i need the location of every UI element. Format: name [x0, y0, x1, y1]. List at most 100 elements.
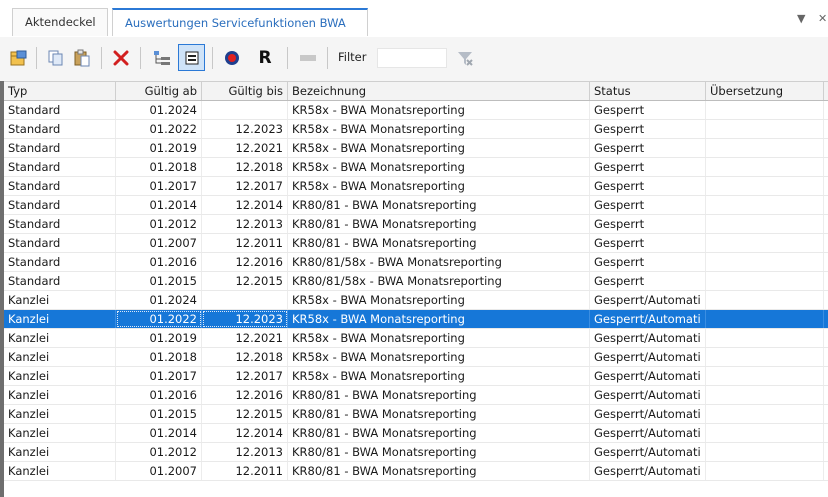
cell-status: Gesperrt	[590, 101, 706, 119]
table-row[interactable]: Kanzlei 01.2018 12.2018 KR58x - BWA Monatsr…	[4, 348, 828, 367]
column-header-typ[interactable]: Typ	[4, 82, 116, 100]
cell-uebersetzung	[706, 443, 824, 461]
details-view-icon[interactable]	[178, 44, 205, 71]
table-row[interactable]: Standard 01.2018 12.2018 KR58x - BWA Monats…	[4, 158, 828, 177]
cell-status: Gesperrt/Automati	[590, 462, 706, 480]
cell-gueltig-ab: 01.2017	[116, 367, 202, 385]
filter-input[interactable]	[377, 48, 447, 68]
cell-typ: Kanzlei	[4, 348, 116, 366]
table-row[interactable]: Kanzlei 01.2012 12.2013 KR80/81 - BWA Monat…	[4, 443, 828, 462]
cell-gueltig-bis: 12.2014	[202, 196, 288, 214]
cell-uebersetzung	[706, 101, 824, 119]
cell-gueltig-bis: 12.2023	[202, 310, 288, 328]
cell-typ: Kanzlei	[4, 405, 116, 423]
cell-gueltig-ab: 01.2022	[116, 310, 202, 328]
table-row[interactable]: Standard 01.2012 12.2013 KR80/81 - BWA Mona…	[4, 215, 828, 234]
table-row[interactable]: Standard 01.2015 12.2015 KR80/81/58x - BWA …	[4, 272, 828, 291]
cell-status: Gesperrt	[590, 139, 706, 157]
table-row[interactable]: Kanzlei 01.2022 12.2023 KR58x - BWA Monatsr…	[4, 310, 828, 329]
record-icon[interactable]	[219, 44, 245, 71]
cell-status: Gesperrt	[590, 272, 706, 290]
cell-typ: Kanzlei	[4, 443, 116, 461]
cell-typ: Kanzlei	[4, 424, 116, 442]
cell-gueltig-bis: 12.2013	[202, 215, 288, 233]
cell-gueltig-bis: 12.2018	[202, 158, 288, 176]
cell-uebersetzung	[706, 120, 824, 138]
table-row[interactable]: Standard 01.2022 12.2023 KR58x - BWA Monats…	[4, 120, 828, 139]
cell-status: Gesperrt/Automati	[590, 310, 706, 328]
cell-status: Gesperrt	[590, 120, 706, 138]
table-row[interactable]: Standard 01.2024 KR58x - BWA Monatsreporti…	[4, 101, 828, 120]
cell-gueltig-ab: 01.2019	[116, 329, 202, 347]
bwa-table: Typ Gültig ab Gültig bis Bezeichnung Sta…	[0, 81, 828, 497]
table-row[interactable]: Standard 01.2014 12.2014 KR80/81 - BWA Mona…	[4, 196, 828, 215]
cell-status: Gesperrt/Automati	[590, 443, 706, 461]
cell-status: Gesperrt	[590, 196, 706, 214]
cell-gueltig-bis: 12.2011	[202, 234, 288, 252]
cell-gueltig-ab: 01.2016	[116, 386, 202, 404]
cell-gueltig-bis: 12.2016	[202, 386, 288, 404]
cell-uebersetzung	[706, 367, 824, 385]
cell-status: Gesperrt/Automati	[590, 291, 706, 309]
tab-close-icon[interactable]: ✕	[818, 12, 827, 25]
table-row[interactable]: Kanzlei 01.2007 12.2011 KR80/81 - BWA Monat…	[4, 462, 828, 481]
filter-label: Filter	[338, 50, 367, 64]
table-row[interactable]: Kanzlei 01.2017 12.2017 KR58x - BWA Monatsr…	[4, 367, 828, 386]
tab-menu-icon[interactable]: ▼	[797, 12, 805, 25]
cell-bezeichnung: KR80/81 - BWA Monatsreporting	[288, 234, 590, 252]
cell-gueltig-bis: 12.2023	[202, 120, 288, 138]
cell-gueltig-ab: 01.2018	[116, 348, 202, 366]
cell-uebersetzung	[706, 158, 824, 176]
cell-gueltig-ab: 01.2012	[116, 215, 202, 233]
cell-gueltig-bis: 12.2021	[202, 139, 288, 157]
tree-view-icon[interactable]	[149, 44, 175, 71]
cell-bezeichnung: KR58x - BWA Monatsreporting	[288, 120, 590, 138]
cell-bezeichnung: KR80/81 - BWA Monatsreporting	[288, 196, 590, 214]
cell-gueltig-ab: 01.2007	[116, 234, 202, 252]
cell-bezeichnung: KR80/81 - BWA Monatsreporting	[288, 405, 590, 423]
table-row[interactable]: Kanzlei 01.2014 12.2014 KR80/81 - BWA Monat…	[4, 424, 828, 443]
table-row[interactable]: Kanzlei 01.2024 KR58x - BWA Monatsreportin…	[4, 291, 828, 310]
cell-bezeichnung: KR58x - BWA Monatsreporting	[288, 310, 590, 328]
cell-bezeichnung: KR80/81 - BWA Monatsreporting	[288, 386, 590, 404]
cell-uebersetzung	[706, 405, 824, 423]
table-row[interactable]: Kanzlei 01.2015 12.2015 KR80/81 - BWA Monat…	[4, 405, 828, 424]
cell-gueltig-bis: 12.2015	[202, 272, 288, 290]
cell-typ: Standard	[4, 177, 116, 195]
copy-icon[interactable]	[44, 44, 68, 71]
cell-typ: Kanzlei	[4, 462, 116, 480]
table-row[interactable]: Kanzlei 01.2016 12.2016 KR80/81 - BWA Monat…	[4, 386, 828, 405]
column-header-bezeichnung[interactable]: Bezeichnung	[288, 82, 590, 100]
cell-bezeichnung: KR58x - BWA Monatsreporting	[288, 367, 590, 385]
filter-clear-icon[interactable]	[451, 44, 479, 71]
cell-uebersetzung	[706, 272, 824, 290]
cell-typ: Standard	[4, 158, 116, 176]
cell-status: Gesperrt	[590, 158, 706, 176]
delete-icon[interactable]	[109, 44, 133, 71]
cell-typ: Standard	[4, 253, 116, 271]
table-row[interactable]: Standard 01.2019 12.2021 KR58x - BWA Monats…	[4, 139, 828, 158]
tab-aktendeckel[interactable]: Aktendeckel	[12, 8, 108, 36]
column-header-gueltig-ab[interactable]: Gültig ab	[116, 82, 202, 100]
cell-status: Gesperrt/Automati	[590, 386, 706, 404]
cell-bezeichnung: KR80/81 - BWA Monatsreporting	[288, 424, 590, 442]
cell-typ: Standard	[4, 234, 116, 252]
cell-uebersetzung	[706, 196, 824, 214]
cell-uebersetzung	[706, 310, 824, 328]
r-icon[interactable]: R	[254, 44, 276, 71]
tab-auswertungen-servicefunktionen-bwa[interactable]: Auswertungen Servicefunktionen BWA	[112, 8, 368, 36]
column-header-uebersetzung[interactable]: Übersetzung	[706, 82, 824, 100]
properties-icon[interactable]	[6, 44, 30, 71]
cell-gueltig-bis	[202, 291, 288, 309]
column-header-gueltig-bis[interactable]: Gültig bis	[202, 82, 288, 100]
column-header-status[interactable]: Status	[590, 82, 706, 100]
cell-bezeichnung: KR58x - BWA Monatsreporting	[288, 139, 590, 157]
cell-gueltig-ab: 01.2007	[116, 462, 202, 480]
cell-uebersetzung	[706, 234, 824, 252]
table-row[interactable]: Standard 01.2017 12.2017 KR58x - BWA Monats…	[4, 177, 828, 196]
paste-icon[interactable]	[70, 44, 94, 71]
table-row[interactable]: Kanzlei 01.2019 12.2021 KR58x - BWA Monatsr…	[4, 329, 828, 348]
cell-status: Gesperrt	[590, 215, 706, 233]
table-row[interactable]: Standard 01.2016 12.2016 KR80/81/58x - BWA …	[4, 253, 828, 272]
table-row[interactable]: Standard 01.2007 12.2011 KR80/81 - BWA Mona…	[4, 234, 828, 253]
